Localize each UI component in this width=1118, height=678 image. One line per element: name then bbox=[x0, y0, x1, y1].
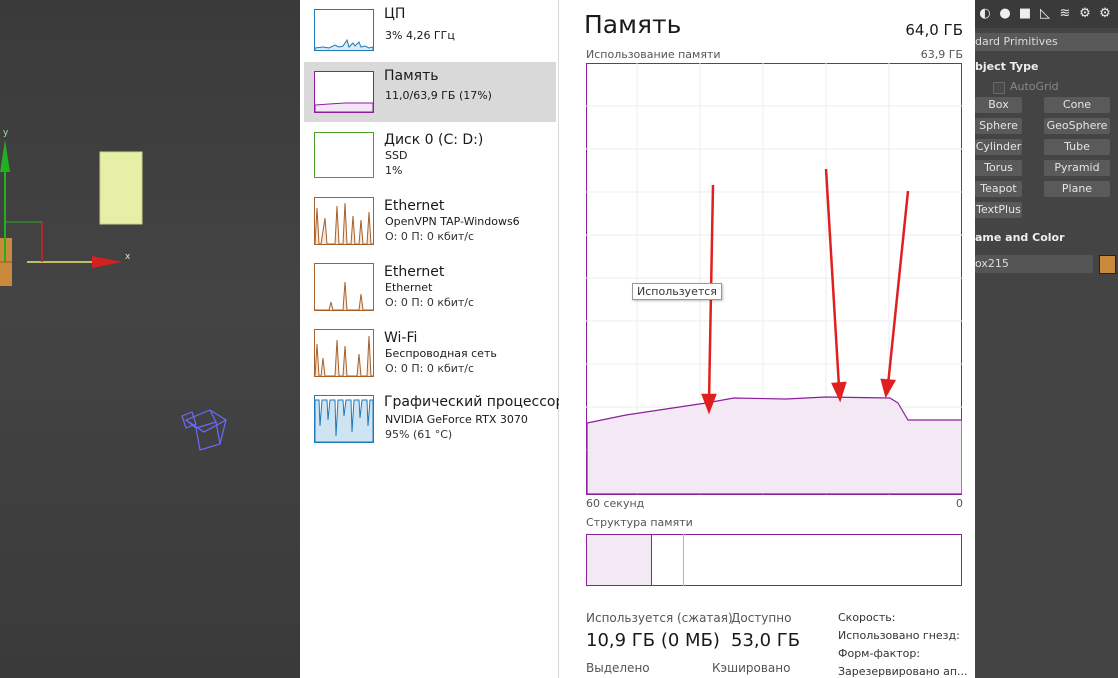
sidebar-item-disk[interactable]: Диск 0 (C: D:) SSD 1% bbox=[304, 126, 556, 186]
viewport[interactable]: y x bbox=[0, 0, 300, 678]
in-use-label: Используется (сжатая) bbox=[586, 611, 733, 625]
category-value: dard Primitives bbox=[975, 35, 1058, 48]
camera-icon[interactable]: ■ bbox=[1017, 6, 1033, 22]
autogrid-label: AutoGrid bbox=[1010, 80, 1059, 93]
sidebar-item-detail: 1% bbox=[385, 164, 403, 177]
sidebar-item-title: Ethernet bbox=[384, 264, 445, 280]
sidebar-item-detail: О: 0 П: 0 кбит/с bbox=[385, 296, 475, 309]
autogrid-checkbox[interactable] bbox=[993, 82, 1005, 94]
scene-box-object bbox=[99, 151, 143, 225]
torus-button[interactable]: Torus bbox=[975, 160, 1022, 176]
plane-button[interactable]: Plane bbox=[1044, 181, 1110, 197]
sidebar-item-ethernet[interactable]: Ethernet Ethernet О: 0 П: 0 кбит/с bbox=[304, 258, 556, 318]
sidebar-item-detail: О: 0 П: 0 кбит/с bbox=[385, 230, 475, 243]
device-sidebar: ЦП 3% 4,26 ГГц Память 11,0/63,9 ГБ (17%)… bbox=[300, 0, 564, 678]
page-title: Память bbox=[584, 10, 682, 39]
object-name-value: ox215 bbox=[975, 257, 1009, 270]
box-button[interactable]: Box bbox=[975, 97, 1022, 113]
graph-label: Использование памяти bbox=[586, 48, 721, 61]
cylinder-button[interactable]: Cylinder bbox=[975, 139, 1022, 155]
slots-used-label: Использовано гнезд: bbox=[838, 629, 960, 642]
sphere-button[interactable]: Sphere bbox=[975, 118, 1022, 134]
sidebar-item-detail: 3% 4,26 ГГц bbox=[385, 29, 455, 42]
gizmo-x-arrow bbox=[92, 256, 122, 268]
teapot-button[interactable]: Teapot bbox=[975, 181, 1022, 197]
sidebar-item-detail: SSD bbox=[385, 149, 408, 162]
sidebar-item-detail: Беспроводная сеть bbox=[385, 347, 497, 360]
sidebar-item-title: Ethernet bbox=[384, 198, 445, 214]
scene-camera-object bbox=[181, 409, 228, 451]
memory-thumbnail-graph bbox=[314, 71, 374, 113]
sidebar-item-title: Память bbox=[384, 68, 439, 84]
gpu-thumbnail-graph bbox=[314, 395, 374, 443]
form-factor-label: Форм-фактор: bbox=[838, 647, 921, 660]
memory-total: 64,0 ГБ bbox=[905, 21, 963, 39]
sidebar-item-gpu[interactable]: Графический процессор NVIDIA GeForce RTX… bbox=[304, 390, 564, 450]
memory-composition-bar bbox=[586, 534, 962, 586]
sidebar-item-detail: 11,0/63,9 ГБ (17%) bbox=[385, 89, 492, 102]
geosphere-button[interactable]: GeoSphere bbox=[1044, 118, 1110, 134]
sidebar-item-title: ЦП bbox=[384, 6, 406, 22]
in-use-value: 10,9 ГБ (0 МБ) bbox=[586, 630, 720, 651]
sidebar-item-title: Графический процессор bbox=[384, 394, 565, 410]
graph-max-label: 63,9 ГБ bbox=[920, 48, 963, 61]
settings-icon[interactable]: ⚙ bbox=[1097, 6, 1113, 22]
ethernet-thumbnail-graph bbox=[314, 263, 374, 311]
object-type-header[interactable]: bject Type bbox=[975, 60, 1038, 73]
viewport-scene bbox=[0, 140, 228, 451]
pyramid-button[interactable]: Pyramid bbox=[1044, 160, 1110, 176]
tube-button[interactable]: Tube bbox=[1044, 139, 1110, 155]
textplus-button[interactable]: TextPlus bbox=[975, 202, 1022, 218]
object-name-field[interactable]: ox215 bbox=[975, 255, 1093, 273]
sidebar-item-cpu[interactable]: ЦП 3% 4,26 ГГц bbox=[304, 0, 556, 60]
sidebar-item-detail: Ethernet bbox=[385, 281, 433, 294]
object-color-swatch[interactable] bbox=[1099, 255, 1116, 274]
sidebar-item-title: Wi-Fi bbox=[384, 330, 418, 346]
sidebar-item-detail: 95% (61 °C) bbox=[385, 428, 453, 441]
command-panel: ◐ ● ■ ◺ ≋ ⚙ ⚙ dard Primitives bject Type… bbox=[975, 0, 1118, 678]
available-value: 53,0 ГБ bbox=[731, 630, 801, 651]
graph-tooltip: Используется bbox=[632, 283, 722, 300]
cone-button[interactable]: Cone bbox=[1044, 97, 1110, 113]
time-axis-left: 60 секунд bbox=[586, 497, 645, 510]
sidebar-item-detail: OpenVPN TAP-Windows6 bbox=[385, 215, 520, 228]
sidebar-item-ethernet-openvpn[interactable]: Ethernet OpenVPN TAP-Windows6 О: 0 П: 0 … bbox=[304, 192, 556, 252]
cached-label: Кэшировано bbox=[712, 661, 791, 675]
lights-icon[interactable]: ● bbox=[997, 6, 1013, 22]
gizmo-y-arrow bbox=[0, 140, 10, 172]
axis-x-label: x bbox=[125, 252, 131, 262]
available-label: Доступно bbox=[731, 611, 792, 625]
category-dropdown[interactable]: dard Primitives bbox=[975, 33, 1118, 51]
sidebar-item-detail: NVIDIA GeForce RTX 3070 bbox=[385, 413, 528, 426]
cpu-thumbnail-graph bbox=[314, 9, 374, 51]
disk-thumbnail-graph bbox=[314, 132, 374, 178]
memory-usage-graph bbox=[586, 63, 962, 495]
sidebar-item-memory[interactable]: Память 11,0/63,9 ГБ (17%) bbox=[304, 62, 556, 122]
hardware-reserved-label: Зарезервировано ап... bbox=[838, 665, 968, 678]
ethernet-thumbnail-graph bbox=[314, 197, 374, 245]
speed-label: Скорость: bbox=[838, 611, 896, 624]
sidebar-item-detail: О: 0 П: 0 кбит/с bbox=[385, 362, 475, 375]
spacewarps-icon[interactable]: ≋ bbox=[1057, 6, 1073, 22]
axis-y-label: y bbox=[3, 128, 9, 138]
task-manager-window: ЦП 3% 4,26 ГГц Память 11,0/63,9 ГБ (17%)… bbox=[300, 0, 975, 678]
sidebar-item-title: Диск 0 (C: D:) bbox=[384, 132, 484, 148]
memory-detail-panel: Память 64,0 ГБ Использование памяти 63,9… bbox=[559, 0, 975, 678]
committed-label: Выделено bbox=[586, 661, 650, 675]
wifi-thumbnail-graph bbox=[314, 329, 374, 377]
composition-label: Структура памяти bbox=[586, 516, 693, 529]
time-axis-right: 0 bbox=[956, 497, 963, 510]
systems-icon[interactable]: ⚙ bbox=[1077, 6, 1093, 22]
name-color-header[interactable]: ame and Color bbox=[975, 231, 1065, 244]
sidebar-item-wifi[interactable]: Wi-Fi Беспроводная сеть О: 0 П: 0 кбит/с bbox=[304, 324, 556, 384]
geometry-icon[interactable]: ◐ bbox=[977, 6, 993, 22]
helpers-icon[interactable]: ◺ bbox=[1037, 6, 1053, 22]
